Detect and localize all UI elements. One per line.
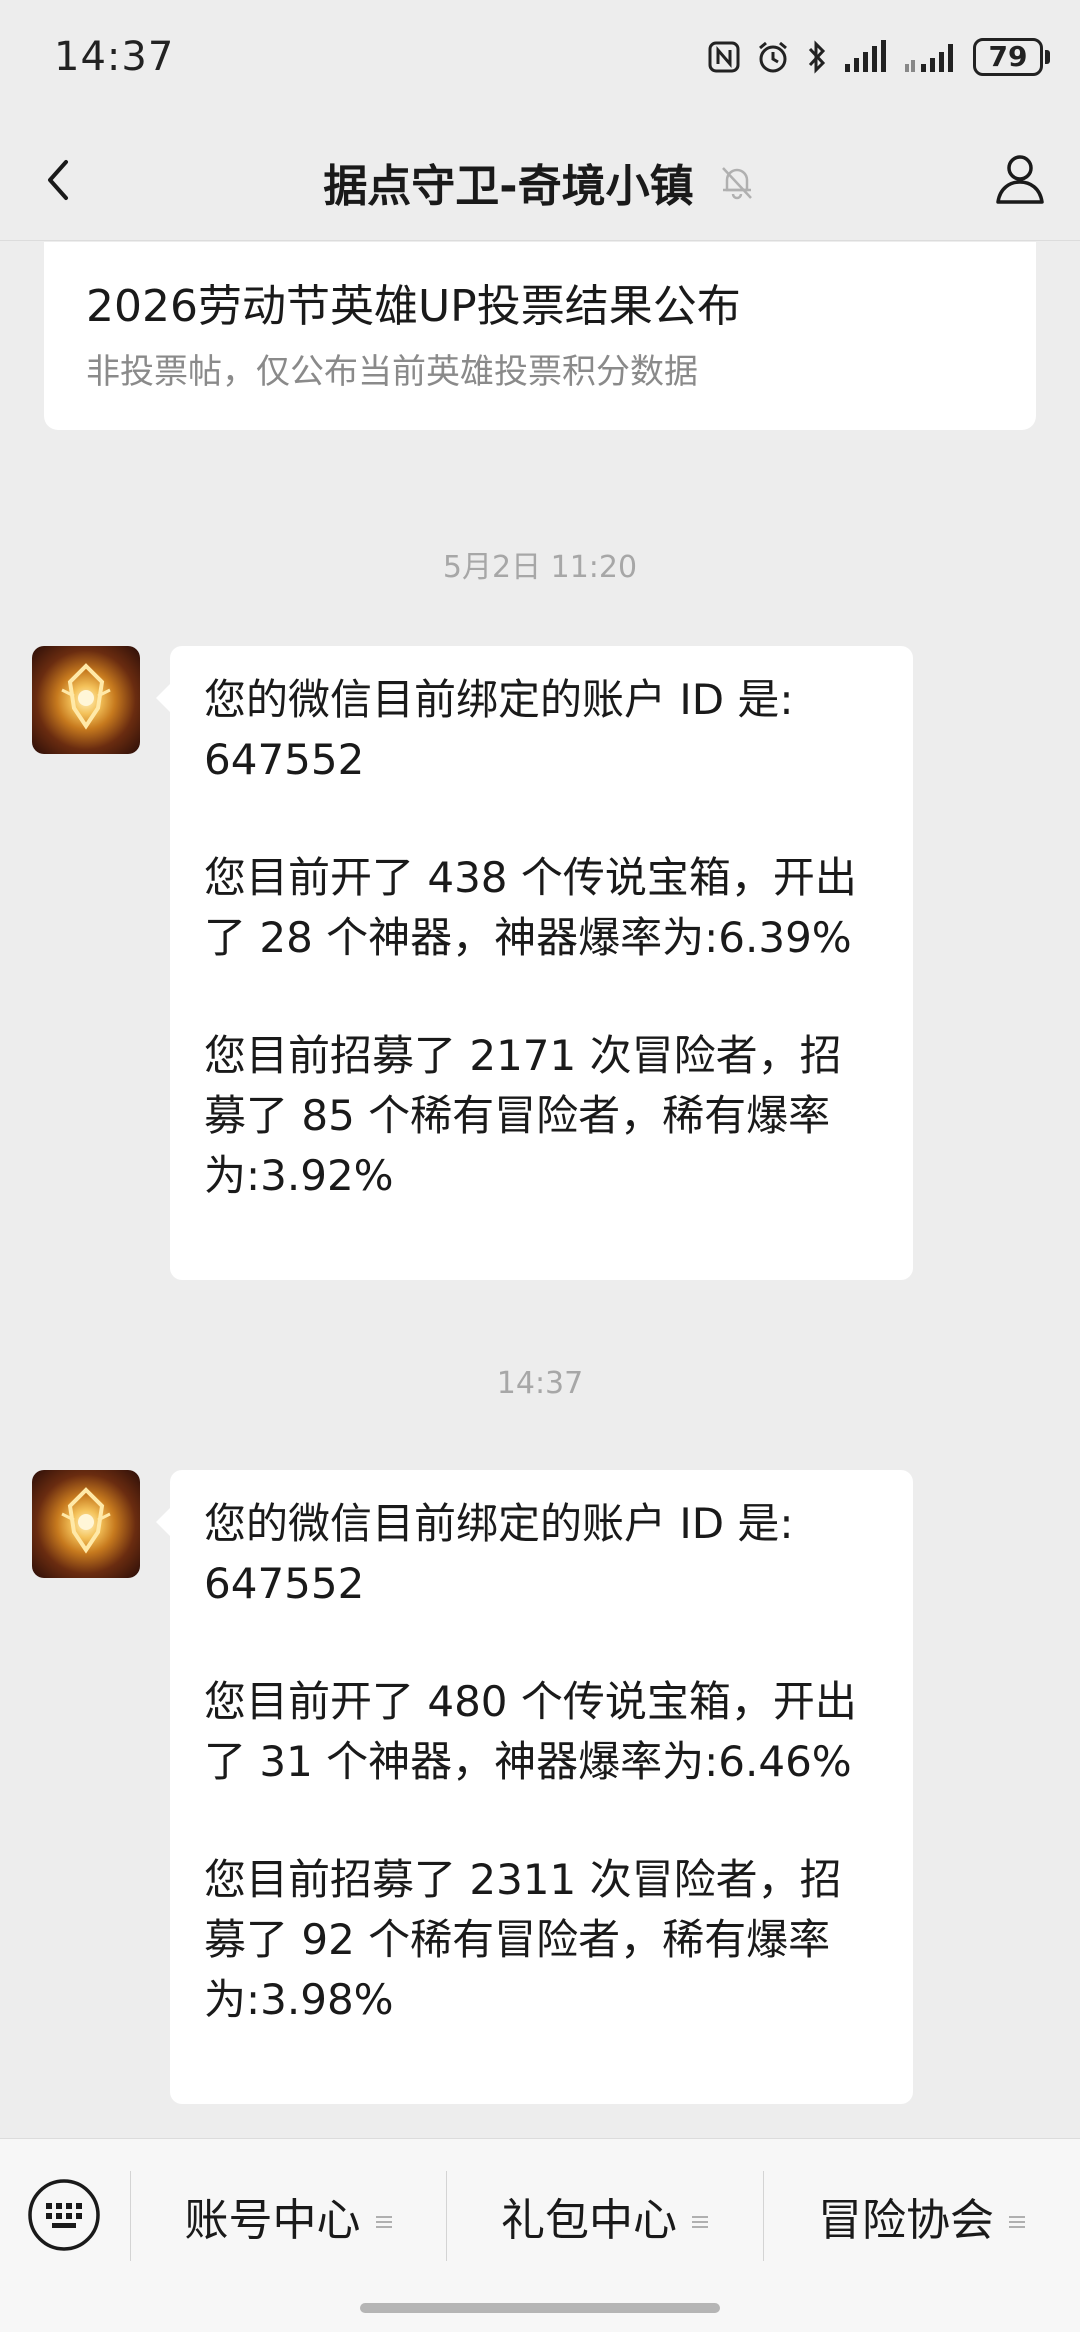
- home-indicator[interactable]: [360, 2303, 720, 2313]
- nav-bar: 据点守卫-奇境小镇: [0, 120, 1080, 241]
- signal-icon: [843, 40, 889, 74]
- article-title: 2026劳动节英雄UP投票结果公布: [86, 281, 741, 332]
- message-text: 647552: [204, 1559, 365, 1608]
- avatar[interactable]: [32, 646, 140, 754]
- message-text: 为:3.92%: [204, 1151, 394, 1200]
- battery-icon: 79: [973, 38, 1050, 76]
- menu-adventure-guild[interactable]: 冒险协会: [764, 2179, 1080, 2253]
- menu-lines-icon: [375, 2191, 393, 2242]
- nfc-icon: [707, 40, 741, 74]
- status-icons: 79: [707, 38, 1050, 76]
- message-text: 您的微信目前绑定的账户 ID 是:: [204, 675, 794, 724]
- nav-title-wrap: 据点守卫-奇境小镇: [0, 150, 1080, 214]
- keyboard-icon: [28, 2179, 100, 2251]
- message-text: 募了 92 个稀有冒险者，稀有爆率: [204, 1915, 831, 1964]
- message-timestamp: 14:37: [496, 1366, 584, 1401]
- game-logo-icon: [61, 1487, 111, 1554]
- message-text: 募了 85 个稀有冒险者，稀有爆率: [204, 1091, 831, 1140]
- menu-label: 账号中心: [184, 2195, 361, 2246]
- battery-level: 79: [973, 38, 1043, 76]
- message-text: 为:3.98%: [204, 1975, 394, 2024]
- message-text: 了 28 个神器，神器爆率为:6.39%: [204, 913, 852, 962]
- status-time: 14:37: [54, 34, 175, 80]
- signal-2-icon: [903, 40, 959, 74]
- page-title: 据点守卫-奇境小镇: [323, 161, 694, 212]
- menu-label: 礼包中心: [501, 2195, 677, 2246]
- menu-gift-center[interactable]: 礼包中心: [447, 2179, 763, 2253]
- message-text: 了 31 个神器，神器爆率为:6.46%: [204, 1737, 852, 1786]
- game-logo-icon: [61, 663, 111, 730]
- keyboard-button[interactable]: [26, 2177, 102, 2253]
- message-text: 您目前开了 480 个传说宝箱，开出: [204, 1677, 857, 1726]
- message-text: 647552: [204, 735, 365, 784]
- menu-account-center[interactable]: 账号中心: [131, 2179, 446, 2253]
- message-text: 您的微信目前绑定的账户 ID 是:: [204, 1499, 794, 1548]
- status-bar: 14:37 79: [0, 0, 1080, 120]
- profile-icon: [996, 155, 1044, 204]
- message-text: 您目前招募了 2171 次冒险者，招: [204, 1031, 842, 1080]
- article-description: 非投票帖，仅公布当前英雄投票积分数据: [86, 352, 698, 392]
- article-card[interactable]: 2026劳动节英雄UP投票结果公布 非投票帖，仅公布当前英雄投票积分数据: [44, 242, 1036, 430]
- message-timestamp: 5月2日 11:20: [442, 550, 638, 585]
- message-text: 您目前开了 438 个传说宝箱，开出: [204, 853, 857, 902]
- profile-button[interactable]: [988, 146, 1052, 210]
- menu-label: 冒险协会: [818, 2195, 994, 2246]
- menu-lines-icon: [691, 2191, 709, 2242]
- message-bubble[interactable]: 您的微信目前绑定的账户 ID 是: 647552 您目前开了 480 个传说宝箱…: [156, 1470, 913, 2104]
- avatar[interactable]: [32, 1470, 140, 1578]
- mute-bell-icon: [717, 162, 757, 202]
- message-bubble[interactable]: 您的微信目前绑定的账户 ID 是: 647552 您目前开了 438 个传说宝箱…: [156, 646, 913, 1280]
- menu-lines-icon: [1008, 2191, 1026, 2242]
- alarm-icon: [755, 39, 791, 75]
- message-text: 您目前招募了 2311 次冒险者，招: [204, 1855, 842, 1904]
- bluetooth-icon: [805, 39, 829, 75]
